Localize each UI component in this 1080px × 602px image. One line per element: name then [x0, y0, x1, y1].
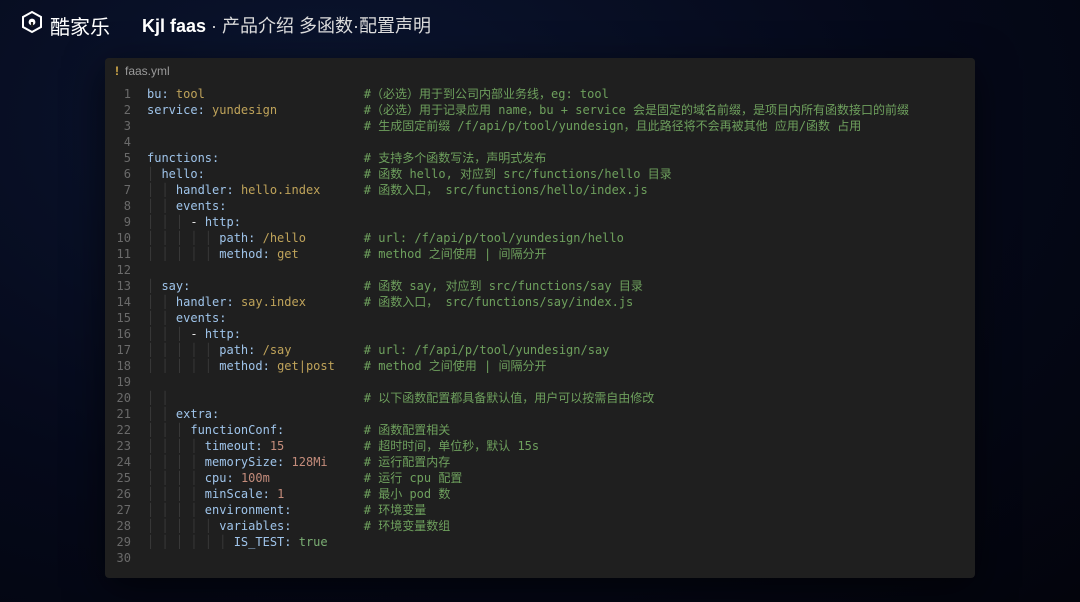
line-number: 25: [105, 470, 131, 486]
line-number: 1: [105, 86, 131, 102]
code-line[interactable]: │ │ │ │ │ method: get # method 之间使用 | 间隔…: [147, 246, 909, 262]
code-line[interactable]: │ │ # 以下函数配置都具备默认值，用户可以按需自由修改: [147, 390, 909, 406]
line-number: 22: [105, 422, 131, 438]
code-line[interactable]: │ │ extra:: [147, 406, 909, 422]
code-line[interactable]: │ │ │ │ │ │ IS_TEST: true: [147, 534, 909, 550]
code-line[interactable]: │ hello: # 函数 hello, 对应到 src/functions/h…: [147, 166, 909, 182]
breadcrumb: Kjl faas · 产品介绍 多函数·配置声明: [142, 12, 431, 38]
line-number: 27: [105, 502, 131, 518]
code-line[interactable]: │ │ │ - http:: [147, 326, 909, 342]
line-number: 7: [105, 182, 131, 198]
code-line[interactable]: │ │ │ │ cpu: 100m # 运行 cpu 配置: [147, 470, 909, 486]
code-line[interactable]: │ │ │ │ memorySize: 128Mi # 运行配置内存: [147, 454, 909, 470]
line-number: 11: [105, 246, 131, 262]
brand-text: 酷家乐: [50, 11, 110, 40]
breadcrumb-sep: ·: [206, 16, 222, 36]
brand-logo: 酷家乐: [20, 10, 110, 40]
code-line[interactable]: │ │ events:: [147, 310, 909, 326]
line-number: 13: [105, 278, 131, 294]
line-number: 18: [105, 358, 131, 374]
line-number: 28: [105, 518, 131, 534]
line-number: 6: [105, 166, 131, 182]
line-number: 10: [105, 230, 131, 246]
line-number: 12: [105, 262, 131, 278]
line-number: 23: [105, 438, 131, 454]
line-number: 29: [105, 534, 131, 550]
line-number: 8: [105, 198, 131, 214]
code-line[interactable]: │ │ │ │ environment: # 环境变量: [147, 502, 909, 518]
line-number: 26: [105, 486, 131, 502]
logo-icon: [20, 10, 44, 40]
code-line[interactable]: service: yundesign #（必选）用于记录应用 name，bu +…: [147, 102, 909, 118]
code-line[interactable]: functions: # 支持多个函数写法，声明式发布: [147, 150, 909, 166]
code-line[interactable]: [147, 262, 909, 278]
line-number: 19: [105, 374, 131, 390]
line-number-gutter: 1234567891011121314151617181920212223242…: [105, 84, 137, 568]
code-line[interactable]: │ │ │ │ │ path: /hello # url: /f/api/p/t…: [147, 230, 909, 246]
code-line[interactable]: │ │ handler: hello.index # 函数入口， src/fun…: [147, 182, 909, 198]
file-modified-icon: !: [115, 64, 119, 78]
code-editor[interactable]: ! faas.yml 12345678910111213141516171819…: [105, 58, 975, 578]
line-number: 9: [105, 214, 131, 230]
breadcrumb-sub: 产品介绍 多函数·配置声明: [222, 16, 431, 36]
code-line[interactable]: [147, 134, 909, 150]
code-line[interactable]: │ │ │ functionConf: # 函数配置相关: [147, 422, 909, 438]
code-line[interactable]: │ │ │ │ │ method: get|post # method 之间使用…: [147, 358, 909, 374]
code-line[interactable]: │ │ │ │ │ path: /say # url: /f/api/p/too…: [147, 342, 909, 358]
line-number: 16: [105, 326, 131, 342]
code-line[interactable]: bu: tool #（必选）用于到公司内部业务线，eg: tool: [147, 86, 909, 102]
line-number: 14: [105, 294, 131, 310]
line-number: 30: [105, 550, 131, 566]
line-number: 5: [105, 150, 131, 166]
code-line[interactable]: [147, 374, 909, 390]
code-line[interactable]: │ │ events:: [147, 198, 909, 214]
code-line[interactable]: # 生成固定前缀 /f/api/p/tool/yundesign，且此路径将不会…: [147, 118, 909, 134]
line-number: 17: [105, 342, 131, 358]
line-number: 2: [105, 102, 131, 118]
line-number: 21: [105, 406, 131, 422]
file-name: faas.yml: [125, 64, 170, 78]
line-number: 24: [105, 454, 131, 470]
code-line[interactable]: │ │ │ │ timeout: 15 # 超时时间，单位秒，默认 15s: [147, 438, 909, 454]
header: 酷家乐 Kjl faas · 产品介绍 多函数·配置声明: [0, 0, 1080, 50]
code-line[interactable]: │ say: # 函数 say, 对应到 src/functions/say 目…: [147, 278, 909, 294]
editor-body[interactable]: 1234567891011121314151617181920212223242…: [105, 84, 975, 568]
line-number: 3: [105, 118, 131, 134]
line-number: 4: [105, 134, 131, 150]
line-number: 15: [105, 310, 131, 326]
code-area[interactable]: bu: tool #（必选）用于到公司内部业务线，eg: toolservice…: [137, 84, 909, 568]
code-line[interactable]: │ │ │ - http:: [147, 214, 909, 230]
code-line[interactable]: │ │ │ │ │ variables: # 环境变量数组: [147, 518, 909, 534]
breadcrumb-title: Kjl faas: [142, 16, 206, 36]
editor-filebar: ! faas.yml: [105, 58, 975, 84]
line-number: 20: [105, 390, 131, 406]
code-line[interactable]: [147, 550, 909, 566]
code-line[interactable]: │ │ handler: say.index # 函数入口， src/funct…: [147, 294, 909, 310]
code-line[interactable]: │ │ │ │ minScale: 1 # 最小 pod 数: [147, 486, 909, 502]
